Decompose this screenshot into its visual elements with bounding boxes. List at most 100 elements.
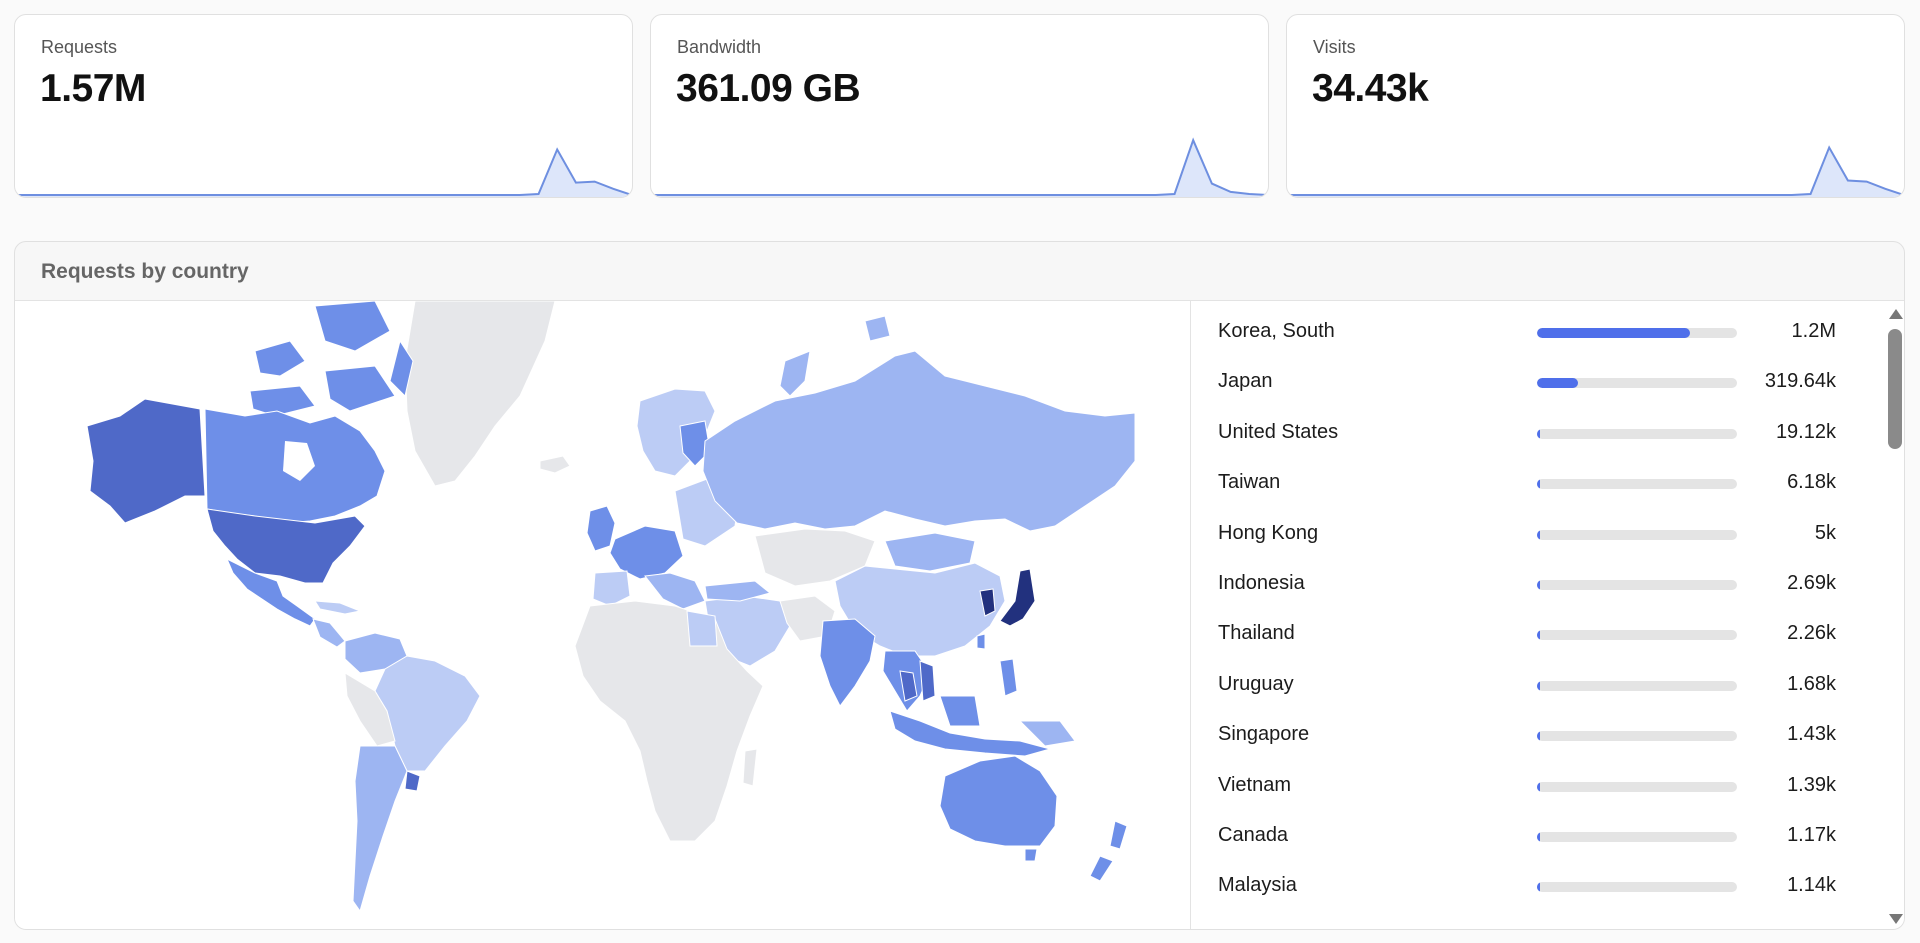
country-share-bar — [1537, 580, 1737, 590]
bandwidth-value: 361.09 GB — [676, 67, 861, 110]
map-region-madagascar[interactable] — [742, 748, 758, 787]
map-region-uk-ireland[interactable] — [586, 505, 616, 552]
country-list[interactable]: Korea, South 1.2M Japan 319.64k United State… — [1192, 301, 1904, 929]
country-share-fill — [1537, 529, 1540, 540]
map-region-caribbean[interactable] — [314, 600, 362, 615]
country-share-bar — [1537, 630, 1737, 641]
country-count: 5k — [1814, 521, 1836, 544]
country-name: Uruguay — [1218, 672, 1294, 695]
panel-title: Requests by country — [41, 260, 249, 283]
country-share-bar — [1537, 328, 1737, 338]
map-region-new-guinea[interactable] — [1018, 720, 1076, 747]
country-share-bar — [1537, 378, 1737, 389]
country-share-fill — [1537, 630, 1540, 641]
visits-value: 34.43k — [1312, 67, 1429, 110]
country-row[interactable]: Taiwan 6.18k — [1192, 458, 1872, 508]
country-name: Korea, South — [1218, 320, 1335, 342]
country-count: 1.17k — [1787, 824, 1836, 846]
bandwidth-label: Bandwidth — [677, 37, 762, 57]
country-share-fill — [1537, 882, 1540, 893]
country-count: 2.69k — [1787, 572, 1836, 594]
country-share-fill — [1537, 731, 1540, 742]
map-region-iberia[interactable] — [592, 570, 631, 607]
scrollbar[interactable] — [1884, 301, 1904, 929]
map-region-greenland[interactable] — [404, 301, 556, 487]
country-row[interactable]: Japan 319.64k — [1192, 357, 1872, 407]
country-row[interactable]: Thailand 2.26k — [1192, 609, 1872, 659]
stat-cards: Requests 1.57M Bandwidth 361.09 GB Visit… — [14, 14, 1905, 198]
country-name: Thailand — [1218, 622, 1295, 645]
country-share-fill — [1537, 328, 1690, 338]
country-row[interactable]: Korea, South 1.2M — [1192, 307, 1872, 357]
country-row[interactable]: Indonesia 2.69k — [1192, 559, 1872, 609]
country-count: 1.43k — [1787, 723, 1836, 746]
requests-label: Requests — [41, 37, 118, 57]
country-name: Canada — [1218, 824, 1289, 846]
country-name: Hong Kong — [1218, 521, 1319, 544]
country-name: Japan — [1218, 370, 1273, 393]
country-name: Malaysia — [1218, 874, 1297, 897]
map-region-alaska[interactable] — [86, 398, 206, 524]
map-region-philippines[interactable] — [999, 658, 1018, 697]
scroll-up-arrow-icon[interactable] — [1889, 309, 1903, 319]
map-region-tasmania[interactable] — [1024, 848, 1038, 862]
world-map[interactable] — [15, 301, 1191, 929]
map-region-taiwan[interactable] — [976, 633, 986, 650]
map-region-egypt[interactable] — [686, 610, 718, 647]
country-row[interactable]: Vietnam 1.39k — [1192, 761, 1872, 811]
country-count: 1.39k — [1787, 773, 1836, 796]
country-share-bar — [1537, 529, 1737, 540]
map-region-russia[interactable] — [702, 350, 1136, 532]
map-region-vietnam[interactable] — [919, 660, 936, 702]
country-name: Singapore — [1218, 723, 1310, 746]
visits-sparkline — [1287, 145, 1904, 197]
requests-value: 1.57M — [40, 67, 146, 110]
map-region-mongolia[interactable] — [884, 532, 976, 572]
sparkline-line — [15, 147, 632, 196]
country-row[interactable]: United States 19.12k — [1192, 408, 1872, 458]
country-row[interactable]: Hong Kong 5k — [1192, 509, 1872, 559]
country-share-bar — [1537, 781, 1737, 792]
map-region-japan[interactable] — [999, 568, 1036, 627]
map-region-new-zealand[interactable] — [1089, 820, 1128, 882]
map-region-canada-islands[interactable] — [249, 301, 414, 417]
country-name: Taiwan — [1218, 471, 1281, 494]
panel-body: Korea, South 1.2M Japan 319.64k United State… — [15, 300, 1904, 929]
scroll-down-arrow-icon[interactable] — [1889, 914, 1903, 924]
country-count: 1.14k — [1787, 874, 1836, 897]
country-count: 6.18k — [1787, 471, 1836, 494]
scroll-thumb[interactable] — [1888, 329, 1902, 449]
country-share-bar — [1537, 680, 1737, 691]
country-share-bar — [1537, 479, 1737, 490]
bandwidth-card[interactable]: Bandwidth 361.09 GB — [650, 14, 1269, 198]
requests-card[interactable]: Requests 1.57M — [14, 14, 633, 198]
country-share-bar — [1537, 428, 1737, 439]
country-name: United States — [1218, 420, 1339, 443]
requests-sparkline — [15, 147, 632, 197]
country-share-fill — [1537, 781, 1540, 792]
country-count: 1.2M — [1791, 320, 1836, 342]
bandwidth-sparkline — [651, 137, 1268, 197]
map-region-iceland[interactable] — [539, 455, 571, 474]
map-region-australia[interactable] — [939, 755, 1058, 847]
country-share-fill — [1537, 479, 1540, 490]
map-region-argentina-chile[interactable] — [352, 745, 408, 913]
country-share-fill — [1537, 378, 1578, 389]
world-map-svg — [86, 301, 1136, 913]
country-row[interactable]: Canada 1.17k — [1192, 811, 1872, 861]
country-share-fill — [1537, 580, 1540, 590]
visits-label: Visits — [1313, 37, 1356, 57]
country-count: 2.26k — [1787, 622, 1836, 645]
country-row[interactable]: Uruguay 1.68k — [1192, 660, 1872, 710]
map-region-central-america[interactable] — [312, 618, 346, 648]
map-region-uruguay[interactable] — [404, 770, 421, 792]
country-row[interactable]: Singapore 1.43k — [1192, 710, 1872, 760]
visits-card[interactable]: Visits 34.43k — [1286, 14, 1905, 198]
map-region-india[interactable] — [819, 618, 876, 707]
sparkline-line — [651, 137, 1268, 196]
country-row[interactable]: Malaysia 1.14k — [1192, 861, 1872, 911]
country-count: 19.12k — [1775, 420, 1836, 443]
country-share-fill — [1537, 428, 1540, 439]
country-share-fill — [1537, 832, 1540, 842]
map-region-united-states[interactable] — [206, 508, 366, 584]
